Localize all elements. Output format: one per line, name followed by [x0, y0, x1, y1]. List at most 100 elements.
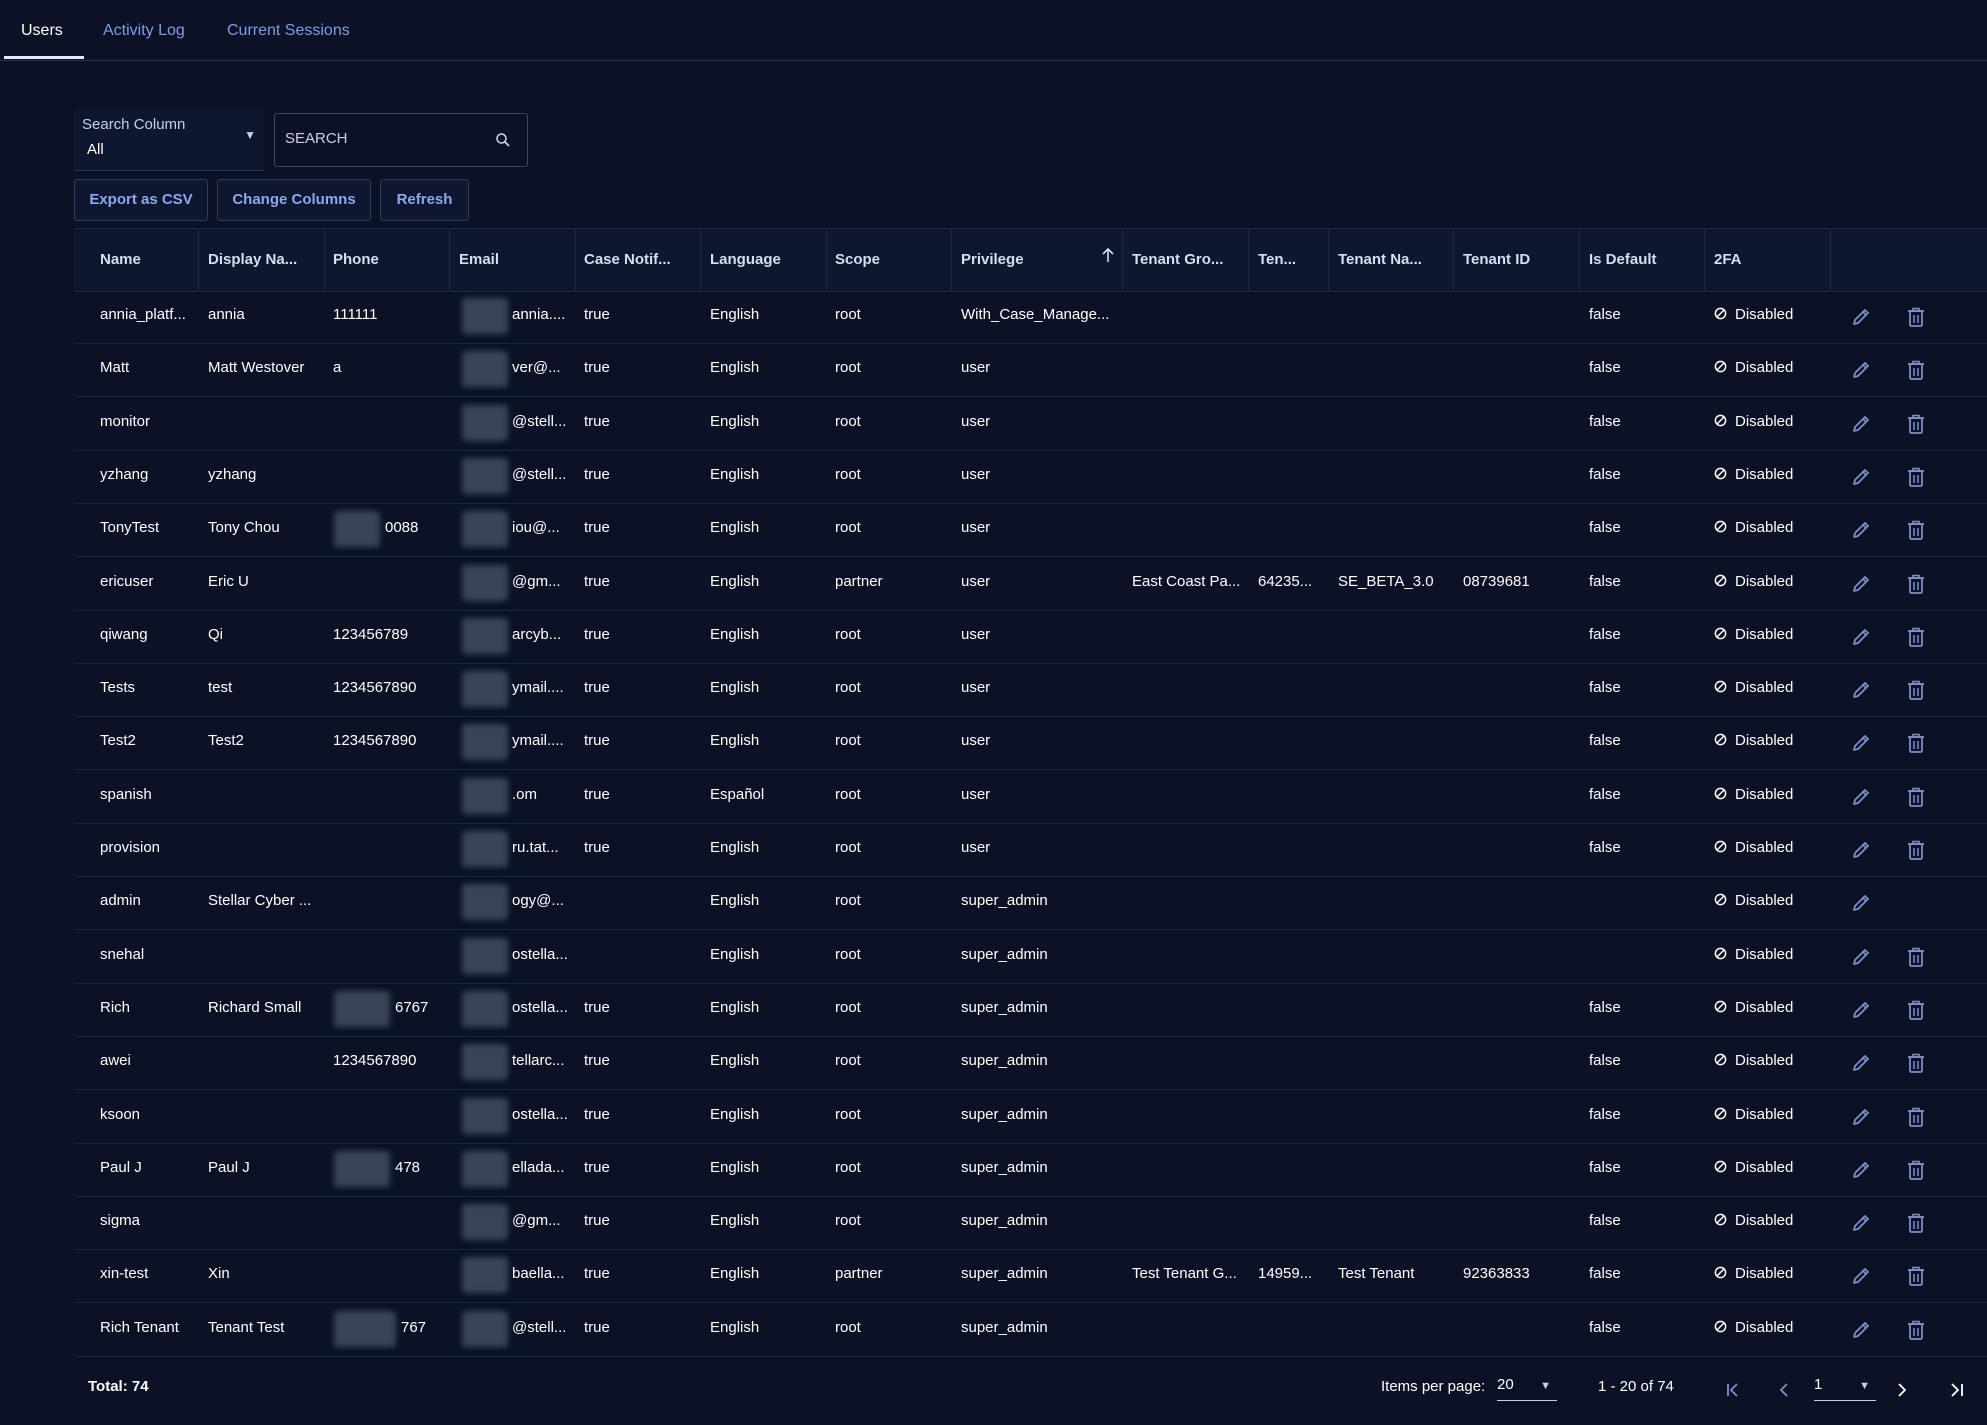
tab-current-sessions[interactable]: Current Sessions	[227, 22, 350, 40]
edit-icon[interactable]	[1850, 573, 1872, 595]
trash-icon[interactable]	[1906, 1265, 1926, 1287]
search-input[interactable]	[283, 129, 487, 148]
trash-icon[interactable]	[1906, 413, 1926, 435]
tab-activity-log[interactable]: Activity Log	[103, 22, 185, 40]
2fa-status: Disabled	[1735, 732, 1794, 750]
sort-ascending-icon[interactable]	[1101, 247, 1115, 263]
cell-2fa: Disabled	[1714, 1052, 1793, 1069]
table-row[interactable]: admin Stellar Cyber ... ogy@... English root…	[74, 876, 1987, 931]
column-header-tenant[interactable]: Ten...	[1258, 251, 1324, 268]
table-row[interactable]: xin-test Xin baella... true English partner su…	[74, 1249, 1987, 1304]
table-row[interactable]: snehal ostella... English root super_admin Di…	[74, 930, 1987, 984]
trash-icon[interactable]	[1906, 679, 1926, 701]
cell-is-default: false	[1589, 359, 1621, 377]
table-row[interactable]: sigma @gm... true English root super_admin fal…	[74, 1196, 1987, 1251]
edit-icon[interactable]	[1850, 1106, 1872, 1128]
table-row[interactable]: provision ru.tat... true English root user fal…	[74, 823, 1987, 877]
table-row[interactable]: Tests test 1234567890 ymail.... true English r…	[74, 663, 1987, 718]
table-row[interactable]: Matt Matt Westover a ver@... true English root…	[74, 343, 1987, 398]
table-row[interactable]: ericuser Eric U @gm... true English partner us…	[74, 557, 1987, 611]
column-header-2fa[interactable]: 2FA	[1714, 251, 1830, 268]
edit-icon[interactable]	[1850, 999, 1872, 1021]
column-header-tenant-id[interactable]: Tenant ID	[1463, 251, 1579, 268]
table-row[interactable]: awei 1234567890 tellarc... true English root s…	[74, 1036, 1987, 1091]
trash-icon[interactable]	[1906, 306, 1926, 328]
edit-icon[interactable]	[1850, 946, 1872, 968]
table-row[interactable]: monitor @stell... true English root user false…	[74, 397, 1987, 451]
edit-icon[interactable]	[1850, 1265, 1872, 1287]
edit-icon[interactable]	[1850, 786, 1872, 808]
column-header-language[interactable]: Language	[710, 251, 826, 268]
edit-icon[interactable]	[1850, 892, 1872, 914]
edit-icon[interactable]	[1850, 519, 1872, 541]
edit-icon[interactable]	[1850, 306, 1872, 328]
table-row[interactable]: qiwang Qi 123456789 arcyb... true English root…	[74, 610, 1987, 664]
column-header-tenant-group[interactable]: Tenant Gro...	[1132, 251, 1236, 268]
column-header-tenant-name[interactable]: Tenant Na...	[1338, 251, 1454, 268]
prev-page-icon[interactable]	[1774, 1380, 1794, 1400]
table-row[interactable]: Rich Tenant Tenant Test 767 @stell... true En…	[74, 1303, 1987, 1357]
edit-icon[interactable]	[1850, 1319, 1872, 1341]
trash-icon[interactable]	[1906, 626, 1926, 648]
table-row[interactable]: Rich Richard Small 6767 ostella... true Engli…	[74, 983, 1987, 1037]
trash-icon[interactable]	[1906, 839, 1926, 861]
edit-icon[interactable]	[1850, 839, 1872, 861]
last-page-icon[interactable]	[1946, 1380, 1966, 1400]
column-header-scope[interactable]: Scope	[835, 251, 951, 268]
cell-2fa: Disabled	[1714, 466, 1793, 483]
items-per-page-select[interactable]: 20 ▼	[1497, 1376, 1557, 1401]
column-header-display-name[interactable]: Display Na...	[208, 251, 324, 268]
table-row[interactable]: ksoon ostella... true English root super_admi…	[74, 1090, 1987, 1144]
trash-icon[interactable]	[1906, 519, 1926, 541]
trash-icon[interactable]	[1906, 466, 1926, 488]
cell-name: Paul J	[100, 1158, 142, 1176]
edit-icon[interactable]	[1850, 413, 1872, 435]
cell-scope: root	[835, 785, 861, 803]
search-column-select[interactable]: Search Column All ▼	[74, 110, 264, 171]
table-row[interactable]: yzhang yzhang @stell... true English root user…	[74, 450, 1987, 504]
edit-icon[interactable]	[1850, 1212, 1872, 1234]
tab-users[interactable]: Users	[21, 22, 63, 40]
edit-icon[interactable]	[1850, 679, 1872, 701]
cell-email: iou@...	[512, 519, 560, 537]
next-page-icon[interactable]	[1892, 1380, 1912, 1400]
change-columns-button[interactable]: Change Columns	[217, 179, 371, 221]
refresh-button[interactable]: Refresh	[380, 179, 469, 221]
trash-icon[interactable]	[1906, 946, 1926, 968]
trash-icon[interactable]	[1906, 1159, 1926, 1181]
trash-icon[interactable]	[1906, 1052, 1926, 1074]
cell-2fa: Disabled	[1714, 1265, 1793, 1282]
edit-icon[interactable]	[1850, 359, 1872, 381]
edit-icon[interactable]	[1850, 732, 1872, 754]
edit-icon[interactable]	[1850, 1159, 1872, 1181]
first-page-icon[interactable]	[1724, 1380, 1744, 1400]
trash-icon[interactable]	[1906, 1106, 1926, 1128]
export-csv-button[interactable]: Export as CSV	[74, 179, 208, 221]
table-row[interactable]: Test2 Test2 1234567890 ymail.... true English…	[74, 716, 1987, 771]
edit-icon[interactable]	[1850, 626, 1872, 648]
trash-icon[interactable]	[1906, 732, 1926, 754]
column-header-privilege[interactable]: Privilege	[961, 251, 1077, 268]
trash-icon[interactable]	[1906, 999, 1926, 1021]
column-header-phone[interactable]: Phone	[333, 251, 449, 268]
edit-icon[interactable]	[1850, 1052, 1872, 1074]
cell-name: spanish	[100, 785, 152, 803]
trash-icon[interactable]	[1906, 573, 1926, 595]
table-row[interactable]: TonyTest Tony Chou 0088 iou@... true English r…	[74, 503, 1987, 558]
page-select[interactable]: 1 ▼	[1814, 1376, 1876, 1401]
table-row[interactable]: annia_platf... annia 111111 annia.... true En…	[74, 290, 1987, 344]
column-header-name[interactable]: Name	[100, 251, 192, 268]
edit-icon[interactable]	[1850, 466, 1872, 488]
cell-name: TonyTest	[100, 519, 160, 537]
search-icon[interactable]	[495, 132, 511, 148]
trash-icon[interactable]	[1906, 1319, 1926, 1341]
cell-email: ru.tat...	[512, 839, 559, 856]
table-row[interactable]: spanish .om true Español root user false Disabl…	[74, 770, 1987, 824]
trash-icon[interactable]	[1906, 786, 1926, 808]
table-row[interactable]: Paul J Paul J 478 ellada... true English root s…	[74, 1143, 1987, 1197]
column-header-email[interactable]: Email	[459, 251, 575, 268]
trash-icon[interactable]	[1906, 1212, 1926, 1234]
trash-icon[interactable]	[1906, 359, 1926, 381]
column-header-is-default[interactable]: Is Default	[1589, 251, 1705, 268]
column-header-case-notification[interactable]: Case Notif...	[584, 251, 700, 268]
